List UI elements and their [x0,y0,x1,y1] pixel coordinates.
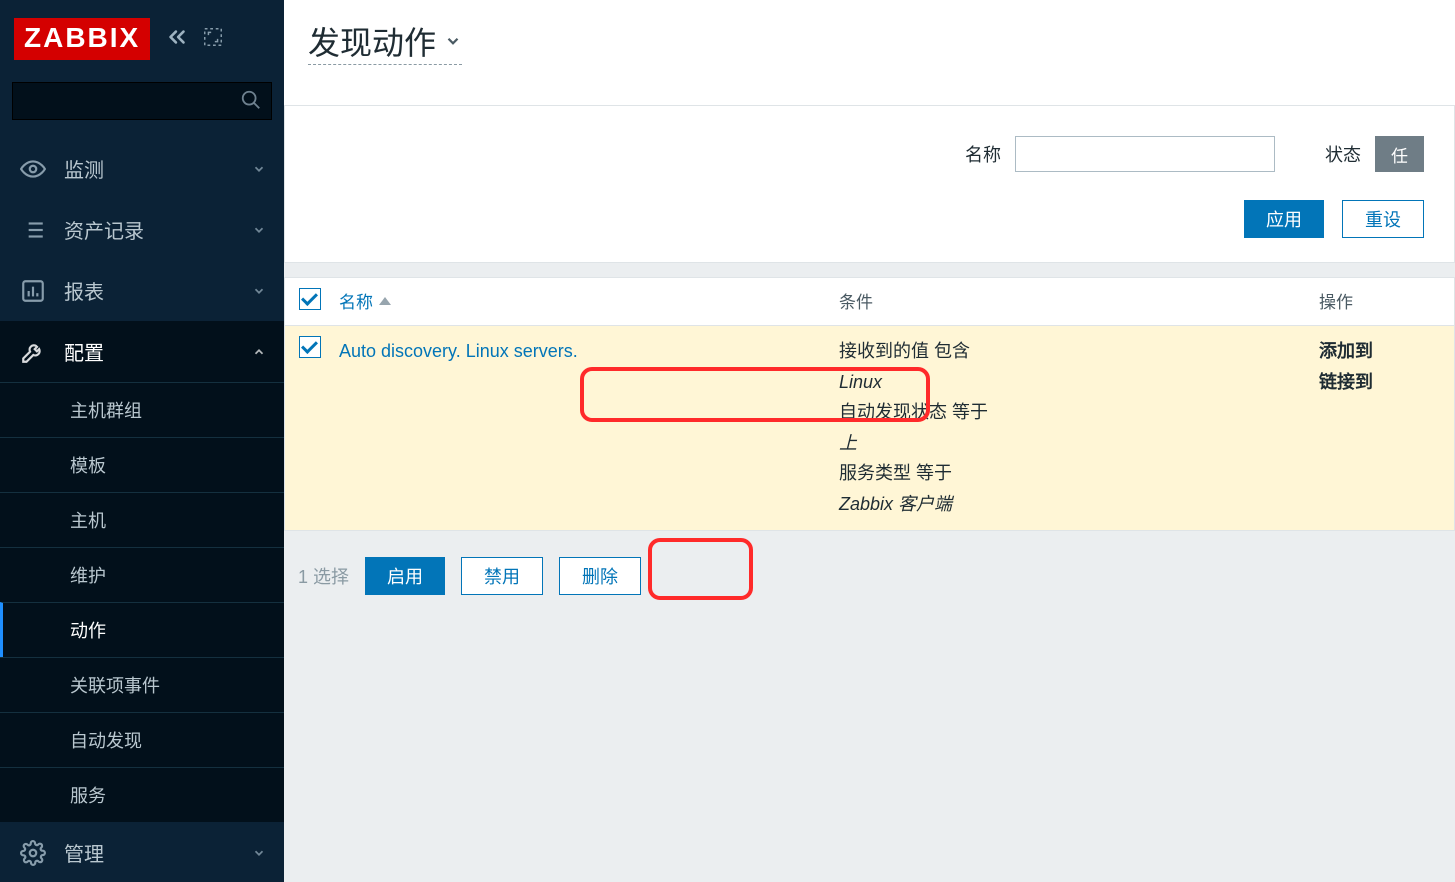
enable-button[interactable]: 启用 [365,557,445,595]
select-all-checkbox[interactable] [299,288,321,310]
logo: ZABBIX [14,18,150,60]
filter-name-group: 名称 [965,136,1275,172]
filter-status-group: 状态 任 [1325,136,1424,172]
th-conditions[interactable]: 条件 [839,288,1319,313]
search-input[interactable] [12,82,272,120]
filter-panel: 名称 状态 任 应用 重设 [284,106,1455,263]
filter-status-label: 状态 [1325,141,1361,167]
chevron-down-icon [252,846,266,860]
nav-inventory[interactable]: 资产记录 [0,199,284,260]
collapse-sidebar-icon[interactable] [164,24,190,55]
subnav-hosts[interactable]: 主机 [0,492,284,547]
subnav-correlation[interactable]: 关联项事件 [0,657,284,712]
page-header: 发现动作 [284,0,1455,106]
bulk-action-bar: 1 选择 启用 禁用 删除 [284,531,1455,595]
kiosk-mode-icon[interactable] [202,26,224,53]
content: 名称 状态 任 应用 重设 名称 [284,106,1455,595]
row-checkbox[interactable] [299,336,321,358]
chevron-down-icon [444,32,462,50]
chevron-down-icon [252,162,266,176]
nav-label: 管理 [64,838,234,867]
selected-count: 1 选择 [298,563,349,589]
reset-button[interactable]: 重设 [1342,200,1424,238]
page-title-dropdown[interactable]: 发现动作 [308,18,462,65]
action-name-link[interactable]: Auto discovery. Linux servers. [339,341,578,361]
table-header: 名称 条件 操作 [285,278,1454,326]
nav-label: 报表 [64,276,234,305]
subnav-services[interactable]: 服务 [0,767,284,822]
th-name[interactable]: 名称 [339,288,839,313]
nav-label: 配置 [64,337,234,366]
bar-chart-icon [20,278,46,304]
table-row: Auto discovery. Linux servers. 接收到的值 包含 … [285,326,1454,530]
nav-config[interactable]: 配置 [0,321,284,382]
nav-label: 监测 [64,154,234,183]
delete-button[interactable]: 删除 [559,557,641,595]
apply-button[interactable]: 应用 [1244,200,1324,238]
chevron-down-icon [252,223,266,237]
subnav-actions[interactable]: 动作 [0,602,284,657]
row-conditions: 接收到的值 包含 Linux 自动发现状态 等于 上 服务类型 等于 Zabbi… [839,336,1319,520]
nav-label: 资产记录 [64,215,234,244]
nav-reports[interactable]: 报表 [0,260,284,321]
chevron-down-icon [252,284,266,298]
nav-admin[interactable]: 管理 [0,822,284,882]
th-name-label: 名称 [339,288,373,313]
filter-status-any-button[interactable]: 任 [1375,136,1424,172]
disable-button[interactable]: 禁用 [461,557,543,595]
sort-asc-icon [379,297,391,305]
subnav-templates[interactable]: 模板 [0,437,284,492]
wrench-icon [20,339,46,365]
page-title-text: 发现动作 [308,18,436,64]
subnav-discovery[interactable]: 自动发现 [0,712,284,767]
nav-config-sub: 主机群组 模板 主机 维护 动作 关联项事件 自动发现 服务 [0,382,284,822]
actions-table: 名称 条件 操作 Auto discovery. Linux servers. … [284,277,1455,531]
gear-icon [20,840,46,866]
filter-name-label: 名称 [965,141,1001,167]
nav-monitoring[interactable]: 监测 [0,138,284,199]
search-icon [240,89,262,111]
sidebar-search [12,82,272,120]
main: 发现动作 名称 状态 任 应用 重设 [284,0,1455,882]
sidebar: ZABBIX 监测 资产记录 报表 [0,0,284,882]
sidebar-nav: 监测 资产记录 报表 配置 主机群组 模板 主机 维护 动作 关联项事件 自动发… [0,138,284,882]
th-operations[interactable]: 操作 [1319,288,1454,313]
filter-name-input[interactable] [1015,136,1275,172]
chevron-up-icon [252,345,266,359]
sidebar-top: ZABBIX [0,0,284,72]
eye-icon [20,156,46,182]
list-icon [20,217,46,243]
subnav-maintenance[interactable]: 维护 [0,547,284,602]
subnav-hostgroups[interactable]: 主机群组 [0,382,284,437]
row-operations: 添加到 链接到 [1319,336,1454,397]
